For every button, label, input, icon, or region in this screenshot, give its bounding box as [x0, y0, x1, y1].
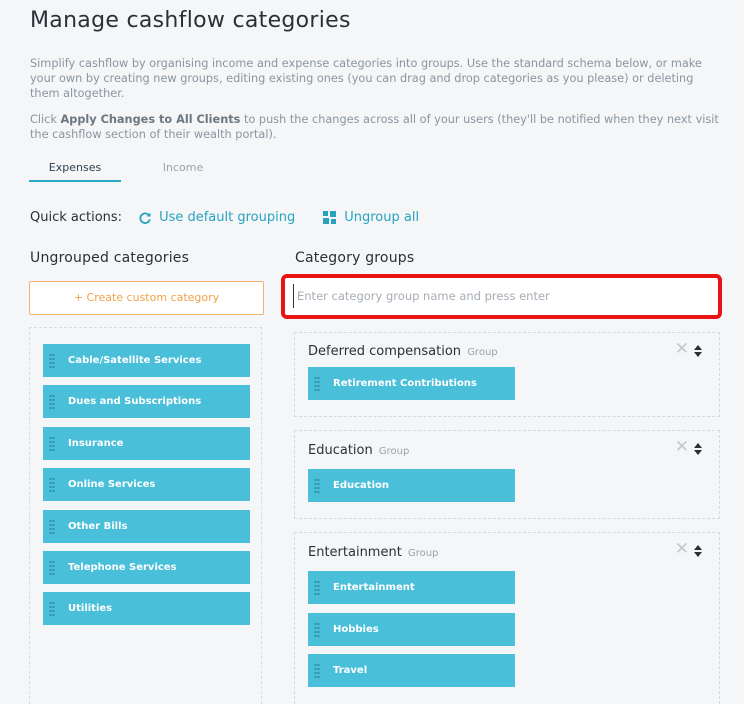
category-chip[interactable]: Insurance: [43, 427, 250, 460]
group-title[interactable]: Deferred compensation Group: [308, 344, 498, 359]
category-group-deferred-compensation[interactable]: Deferred compensation Group ✕ Retirement…: [294, 332, 720, 417]
create-custom-category-button[interactable]: + Create custom category: [29, 281, 264, 315]
category-chip[interactable]: Other Bills: [43, 510, 250, 543]
quick-actions-label: Quick actions:: [30, 210, 123, 225]
drag-handle-icon[interactable]: [49, 559, 55, 576]
tab-expenses[interactable]: Expenses: [29, 156, 121, 182]
category-group-entertainment[interactable]: Entertainment Group ✕ Entertainment Hobb…: [294, 532, 720, 704]
category-chip[interactable]: Education: [308, 469, 515, 502]
drag-handle-icon[interactable]: [49, 600, 55, 617]
use-default-grouping-button[interactable]: Use default grouping: [138, 210, 295, 225]
ungrouped-categories-title: Ungrouped categories: [30, 250, 190, 266]
sort-icon[interactable]: [694, 545, 702, 557]
drag-handle-icon[interactable]: [314, 662, 320, 679]
category-chip[interactable]: Telephone Services: [43, 551, 250, 584]
drag-handle-icon[interactable]: [49, 518, 55, 535]
category-type-tabs: Expenses Income: [29, 156, 229, 182]
group-title[interactable]: Entertainment Group: [308, 545, 438, 560]
tab-income[interactable]: Income: [137, 156, 229, 182]
category-chip[interactable]: Utilities: [43, 592, 250, 625]
group-name-input[interactable]: [293, 284, 707, 308]
drag-handle-icon[interactable]: [49, 352, 55, 369]
category-chip[interactable]: Retirement Contributions: [308, 367, 515, 400]
apply-instructions: Click Apply Changes to All Clients to pu…: [30, 113, 719, 141]
drag-handle-icon[interactable]: [49, 393, 55, 410]
group-name-input-highlight: [281, 274, 722, 319]
ungrouped-categories-list[interactable]: Cable/Satellite Services Dues and Subscr…: [29, 327, 262, 704]
close-icon[interactable]: ✕: [675, 341, 689, 358]
category-groups-title: Category groups: [295, 250, 415, 266]
drag-handle-icon[interactable]: [314, 621, 320, 638]
close-icon[interactable]: ✕: [675, 439, 689, 456]
drag-handle-icon[interactable]: [49, 476, 55, 493]
drag-handle-icon[interactable]: [49, 435, 55, 452]
quick-actions: Quick actions: Use default grouping Ungr…: [30, 210, 419, 225]
category-chip[interactable]: Online Services: [43, 468, 250, 501]
page-title: Manage cashflow categories: [30, 8, 351, 33]
sort-icon[interactable]: [694, 345, 702, 357]
refresh-icon: [139, 212, 151, 224]
drag-handle-icon[interactable]: [314, 579, 320, 596]
grid-icon: [323, 210, 337, 224]
close-icon[interactable]: ✕: [675, 541, 689, 558]
category-chip[interactable]: Travel: [308, 654, 515, 687]
category-chip[interactable]: Entertainment: [308, 571, 515, 604]
drag-handle-icon[interactable]: [314, 375, 320, 392]
sort-icon[interactable]: [694, 443, 702, 455]
category-chip[interactable]: Dues and Subscriptions: [43, 385, 250, 418]
apply-changes-emphasis: Apply Changes to All Clients: [60, 113, 241, 126]
use-default-grouping-label: Use default grouping: [159, 210, 296, 225]
ungroup-all-label: Ungroup all: [344, 210, 420, 225]
ungroup-all-button[interactable]: Ungroup all: [323, 210, 419, 225]
category-chip[interactable]: Cable/Satellite Services: [43, 344, 250, 377]
drag-handle-icon[interactable]: [314, 477, 320, 494]
category-chip[interactable]: Hobbies: [308, 613, 515, 646]
category-group-education[interactable]: Education Group ✕ Education: [294, 430, 720, 519]
intro-text: Simplify cashflow by organising income a…: [30, 57, 702, 100]
group-title[interactable]: Education Group: [308, 443, 409, 458]
